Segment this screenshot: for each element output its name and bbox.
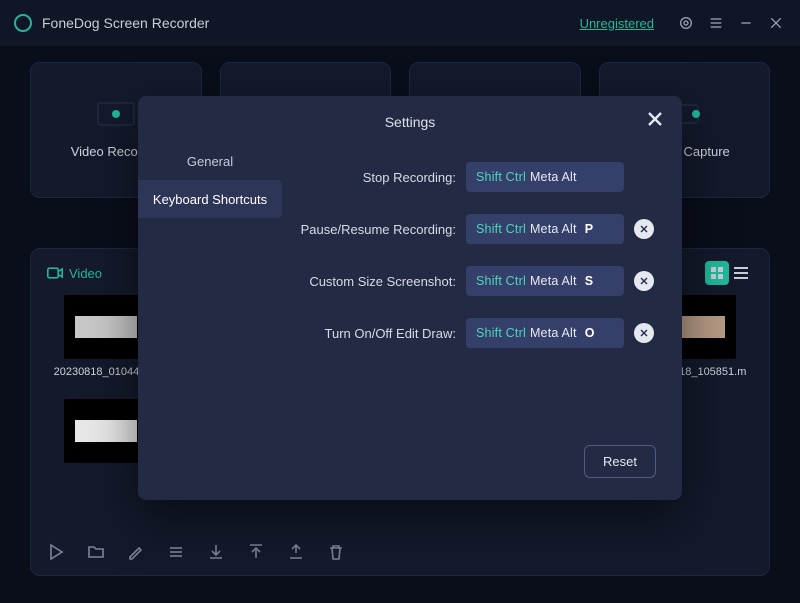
minimize-icon[interactable] xyxy=(736,13,756,33)
shortcut-input[interactable]: Shift Ctrl Meta Alt P xyxy=(466,214,624,244)
modal-close-icon[interactable] xyxy=(648,112,666,130)
shortcut-input[interactable]: Shift Ctrl Meta Alt S xyxy=(466,266,624,296)
share-icon[interactable] xyxy=(287,543,307,563)
download-icon[interactable] xyxy=(207,543,227,563)
grid-view-icon[interactable] xyxy=(705,261,729,285)
shortcut-label: Turn On/Off Edit Draw: xyxy=(292,326,456,341)
shortcut-row: Custom Size Screenshot: Shift Ctrl Meta … xyxy=(292,266,662,296)
tab-video-label: Video xyxy=(69,266,102,281)
unregistered-link[interactable]: Unregistered xyxy=(580,16,654,31)
sliders-icon[interactable] xyxy=(167,543,187,563)
shortcut-label: Stop Recording: xyxy=(292,170,456,185)
library-actions xyxy=(47,543,347,563)
settings-modal: Settings General Keyboard Shortcuts Stop… xyxy=(138,96,682,500)
shortcut-label: Pause/Resume Recording: xyxy=(292,222,456,237)
list-view-icon[interactable] xyxy=(729,261,753,285)
edit-icon[interactable] xyxy=(127,543,147,563)
sidebar-item-general[interactable]: General xyxy=(138,142,282,180)
shortcut-input[interactable]: Shift Ctrl Meta Alt O xyxy=(466,318,624,348)
close-icon[interactable] xyxy=(766,13,786,33)
reset-label: Reset xyxy=(603,454,637,469)
trash-icon[interactable] xyxy=(327,543,347,563)
reset-button[interactable]: Reset xyxy=(584,445,656,478)
clear-shortcut-icon[interactable]: ✕ xyxy=(634,323,654,343)
tab-video[interactable]: Video xyxy=(47,266,102,281)
titlebar: FoneDog Screen Recorder Unregistered xyxy=(0,0,800,46)
clear-shortcut-icon[interactable]: ✕ xyxy=(634,219,654,239)
sidebar-item-label: Keyboard Shortcuts xyxy=(153,192,267,207)
folder-icon[interactable] xyxy=(87,543,107,563)
view-toggle xyxy=(705,261,753,285)
video-recorder-icon xyxy=(96,101,136,130)
upload-icon[interactable] xyxy=(247,543,267,563)
play-icon[interactable] xyxy=(47,543,67,563)
settings-sidebar: General Keyboard Shortcuts xyxy=(138,142,282,220)
clear-shortcut-icon[interactable]: ✕ xyxy=(634,271,654,291)
menu-icon[interactable] xyxy=(706,13,726,33)
app-logo-icon xyxy=(14,14,32,32)
shortcut-row: Stop Recording: Shift Ctrl Meta Alt xyxy=(292,162,662,192)
shortcut-input[interactable]: Shift Ctrl Meta Alt xyxy=(466,162,624,192)
app-title: FoneDog Screen Recorder xyxy=(42,15,209,31)
shortcut-row: Turn On/Off Edit Draw: Shift Ctrl Meta A… xyxy=(292,318,662,348)
sidebar-item-label: General xyxy=(187,154,233,169)
shortcuts-pane: Stop Recording: Shift Ctrl Meta Alt Paus… xyxy=(292,162,662,348)
shortcut-label: Custom Size Screenshot: xyxy=(292,274,456,289)
settings-icon[interactable] xyxy=(676,13,696,33)
shortcut-row: Pause/Resume Recording: Shift Ctrl Meta … xyxy=(292,214,662,244)
modal-title: Settings xyxy=(138,114,682,130)
sidebar-item-shortcuts[interactable]: Keyboard Shortcuts xyxy=(138,180,282,218)
